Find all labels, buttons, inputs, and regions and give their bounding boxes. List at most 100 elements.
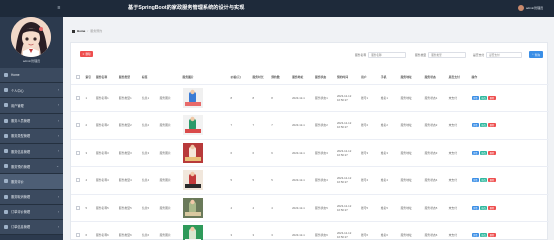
cell-price: 5 — [228, 166, 251, 195]
sidebar-item-service-booking[interactable]: 服务预约管理 ⌄ — [0, 159, 63, 175]
sidebar-item-staff-management[interactable]: 服务人员管理 › — [0, 113, 63, 129]
delete-button[interactable]: 删除 — [488, 233, 496, 238]
column-header: 服务状态 — [313, 71, 335, 85]
select-all-checkbox[interactable] — [76, 75, 80, 80]
row-checkbox[interactable] — [76, 178, 80, 183]
table-header-row: 索引 服务名称 服务类型 标签 服务图片 价格(元) 服务时长 预约数 服务地址… — [71, 71, 549, 85]
sidebar-item-user-management[interactable]: 用户管理 › — [0, 98, 63, 114]
sidebar-item-service-type[interactable]: 服务类型管理 › — [0, 128, 63, 144]
cell-status: 服务状态1 — [313, 84, 335, 112]
cell-service-name: 服务名称6 — [93, 221, 117, 240]
filter-label: 是否支付 — [473, 53, 485, 57]
delete-button[interactable]: 删除 — [488, 150, 496, 155]
table-row: 1 服务名称1 服务类型1 信息1 服务图片 8 8 8 2023-12-1 服务状态1 2023-… — [71, 84, 549, 112]
user-icon — [4, 88, 8, 93]
delete-button[interactable]: 删除 — [488, 95, 496, 100]
chevron-right-icon: › — [57, 88, 59, 93]
detail-button[interactable]: 详情 — [471, 150, 479, 155]
users-icon — [4, 103, 8, 108]
cell-actions: 详情 修改 删除 — [469, 111, 549, 140]
user-name[interactable]: admin管理员 — [526, 6, 543, 10]
service-thumbnail — [182, 115, 203, 136]
cell-count: 4 — [269, 194, 291, 222]
sidebar-item-service-review[interactable]: 服务评价 — [0, 174, 63, 190]
service-name-input[interactable] — [368, 52, 407, 58]
cell-img-label: 服务图片 — [157, 166, 181, 195]
edit-button[interactable]: 修改 — [479, 205, 488, 210]
home-icon — [4, 73, 8, 78]
row-checkbox[interactable] — [76, 95, 80, 100]
sidebar-item-order-info[interactable]: 订单信息管理 › — [0, 219, 63, 236]
service-type-input[interactable] — [428, 52, 467, 58]
sidebar-item-personal-center[interactable]: 个人中心 › — [0, 83, 63, 99]
batch-delete-button[interactable]: ✕ 删除 — [80, 51, 93, 57]
search-button[interactable]: ⌕ 查询 — [529, 51, 543, 58]
row-checkbox[interactable] — [76, 123, 80, 128]
cell-duration: 3 — [250, 221, 270, 240]
row-checkbox[interactable] — [76, 205, 80, 210]
profile-card: admin管理员 — [0, 17, 63, 65]
cell-address: 2023-12-1 — [290, 221, 314, 240]
edit-button[interactable]: 修改 — [479, 123, 488, 128]
hamburger-icon[interactable]: ≡ — [56, 5, 62, 11]
column-header: 标签 — [139, 71, 158, 85]
sidebar-item-label: 用户管理 — [11, 103, 24, 108]
delete-button[interactable]: 删除 — [488, 123, 496, 128]
edit-button[interactable]: 修改 — [479, 178, 488, 183]
order-icon — [4, 224, 8, 229]
cell-status: 服务状态2 — [313, 111, 335, 140]
user-avatar[interactable] — [518, 5, 524, 11]
chevron-right-icon: › — [57, 148, 59, 153]
cell-service-type: 服务类型4 — [116, 166, 140, 195]
row-select-cell — [71, 139, 84, 167]
row-checkbox[interactable] — [76, 150, 80, 155]
cell-tag: 信息6 — [139, 221, 158, 240]
sidebar-item-order-review[interactable]: 订单评价管理 › — [0, 204, 63, 220]
sidebar-item-label: 服务预约管理 — [11, 164, 31, 169]
cell-image — [180, 139, 229, 167]
breadcrumb-current: 服务预约 — [90, 29, 103, 33]
detail-button[interactable]: 详情 — [471, 95, 479, 100]
row-select-cell — [71, 111, 84, 140]
column-header: 是否支付 — [446, 71, 470, 85]
detail-button[interactable]: 详情 — [471, 233, 479, 238]
delete-button[interactable]: 删除 — [488, 205, 496, 210]
edit-button[interactable]: 修改 — [479, 150, 488, 155]
sidebar-item-home[interactable]: Home — [0, 68, 63, 84]
cell-user: 账号4 — [358, 166, 379, 195]
cell-count: 6 — [269, 139, 291, 167]
profile-role: admin管理员 — [22, 59, 41, 63]
detail-button[interactable]: 详情 — [471, 123, 479, 128]
chevron-down-icon: ⌄ — [56, 164, 59, 169]
paid-select[interactable] — [486, 52, 523, 58]
cell-service-status: 服务状态6 — [422, 221, 447, 240]
cell-address: 2023-12-1 — [290, 139, 314, 167]
detail-button[interactable]: 详情 — [471, 205, 479, 210]
cell-address: 2023-12-1 — [290, 194, 314, 222]
breadcrumb-home[interactable]: Home — [77, 29, 85, 33]
row-select-cell — [71, 166, 84, 195]
sidebar-item-service-info[interactable]: 服务信息管理 › — [0, 143, 63, 160]
row-checkbox[interactable] — [76, 233, 80, 238]
edit-button[interactable]: 修改 — [479, 233, 488, 238]
system-title: 基于SpringBoot的家政服务管理系统的设计与实现 — [128, 5, 245, 11]
cell-price: 7 — [228, 111, 251, 140]
delete-button[interactable]: 删除 — [488, 178, 496, 183]
cell-duration: 5 — [250, 166, 270, 195]
detail-button[interactable]: 详情 — [471, 178, 479, 183]
batch-delete-label: 删除 — [85, 53, 91, 56]
sidebar-item-service-cancel[interactable]: 服务取消管理 › — [0, 189, 63, 205]
breadcrumb: Home / 服务预约 — [72, 29, 102, 33]
cell-address: 2023-12-1 — [290, 166, 314, 195]
chevron-right-icon: › — [57, 209, 59, 214]
cell-paid: 未支付 — [446, 84, 470, 112]
cell-paid: 未支付 — [446, 221, 470, 240]
cell-phone: 姓名5 — [378, 194, 399, 222]
edit-button[interactable]: 修改 — [479, 95, 488, 100]
cell-index: 4 — [83, 166, 94, 195]
staff-icon — [4, 118, 8, 123]
column-header: 服务名称 — [93, 71, 117, 85]
row-actions: 详情 修改 删除 — [471, 233, 549, 238]
cell-user: 账号3 — [358, 139, 379, 167]
cell-phone: 姓名6 — [378, 221, 399, 240]
